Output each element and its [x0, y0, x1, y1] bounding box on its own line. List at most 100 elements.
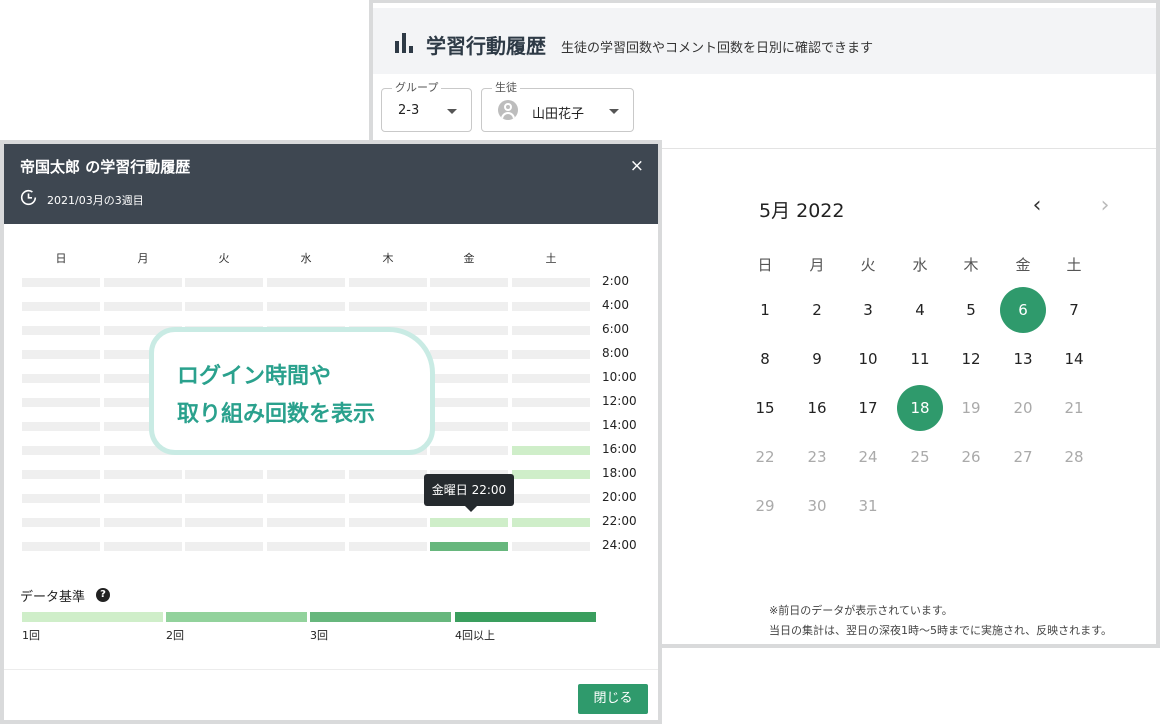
heatmap-cell[interactable] — [104, 278, 182, 287]
heatmap-cell[interactable] — [430, 398, 508, 407]
calendar-day[interactable]: 18 — [897, 385, 943, 431]
calendar-day[interactable]: 3 — [845, 287, 891, 333]
calendar-day[interactable]: 9 — [794, 336, 840, 382]
heatmap-cell[interactable] — [185, 470, 263, 479]
heatmap-cell[interactable] — [430, 278, 508, 287]
calendar-day[interactable]: 15 — [742, 385, 788, 431]
heatmap-cell[interactable] — [185, 494, 263, 503]
calendar-day[interactable]: 7 — [1051, 287, 1097, 333]
calendar-day[interactable]: 4 — [897, 287, 943, 333]
calendar-day[interactable]: 8 — [742, 336, 788, 382]
heatmap-cell[interactable] — [512, 422, 590, 431]
heatmap-cell[interactable] — [104, 494, 182, 503]
calendar-day[interactable]: 17 — [845, 385, 891, 431]
heatmap-cell[interactable] — [349, 542, 427, 551]
student-select[interactable]: 生徒 山田花子 — [481, 81, 634, 132]
heatmap-cell[interactable] — [512, 470, 590, 479]
calendar-day[interactable]: 11 — [897, 336, 943, 382]
heatmap-cell[interactable] — [512, 494, 590, 503]
calendar-day[interactable]: 25 — [897, 434, 943, 480]
calendar-day[interactable]: 23 — [794, 434, 840, 480]
heatmap-cell[interactable] — [104, 518, 182, 527]
calendar-day[interactable]: 5 — [948, 287, 994, 333]
calendar-weekday: 金 — [1015, 256, 1031, 274]
heatmap-cell[interactable] — [185, 542, 263, 551]
calendar-day[interactable]: 27 — [1000, 434, 1046, 480]
heatmap-cell[interactable] — [430, 302, 508, 311]
heatmap-cell[interactable] — [430, 422, 508, 431]
heatmap-cell[interactable] — [512, 278, 590, 287]
calendar-day[interactable]: 29 — [742, 483, 788, 529]
calendar-day[interactable]: 6 — [1000, 287, 1046, 333]
heatmap-cell[interactable] — [22, 518, 100, 527]
heatmap-cell[interactable] — [22, 326, 100, 335]
heatmap-cell[interactable] — [22, 398, 100, 407]
heatmap-cell[interactable] — [104, 542, 182, 551]
heatmap-cell[interactable] — [267, 278, 345, 287]
heatmap-cell[interactable] — [512, 350, 590, 359]
heatmap-cell[interactable] — [430, 542, 508, 551]
heatmap-cell[interactable] — [185, 302, 263, 311]
heatmap-cell[interactable] — [185, 518, 263, 527]
heatmap-cell[interactable] — [349, 494, 427, 503]
heatmap-cell[interactable] — [267, 302, 345, 311]
calendar-day[interactable]: 20 — [1000, 385, 1046, 431]
calendar-day[interactable]: 28 — [1051, 434, 1097, 480]
heatmap-cell[interactable] — [512, 542, 590, 551]
heatmap-cell[interactable] — [104, 470, 182, 479]
heatmap-cell[interactable] — [430, 518, 508, 527]
heatmap-cell[interactable] — [22, 422, 100, 431]
heatmap-cell[interactable] — [430, 350, 508, 359]
calendar-day[interactable]: 22 — [742, 434, 788, 480]
heatmap-time-label: 24:00 — [602, 538, 637, 552]
heatmap-cell[interactable] — [349, 302, 427, 311]
heatmap-cell[interactable] — [512, 302, 590, 311]
heatmap-cell[interactable] — [267, 542, 345, 551]
calendar-day[interactable]: 12 — [948, 336, 994, 382]
chevron-left-icon[interactable]: ‹ — [1025, 195, 1049, 219]
calendar-day[interactable]: 10 — [845, 336, 891, 382]
calendar-day[interactable]: 2 — [794, 287, 840, 333]
calendar-day[interactable]: 24 — [845, 434, 891, 480]
group-select-label: グループ — [392, 81, 442, 95]
calendar-day[interactable]: 30 — [794, 483, 840, 529]
heatmap-cell[interactable] — [430, 326, 508, 335]
heatmap-cell[interactable] — [349, 470, 427, 479]
chevron-right-icon[interactable]: › — [1093, 195, 1117, 219]
calendar-day[interactable]: 21 — [1051, 385, 1097, 431]
calendar-day[interactable]: 19 — [948, 385, 994, 431]
heatmap-cell[interactable] — [512, 446, 590, 455]
heatmap-cell[interactable] — [430, 446, 508, 455]
heatmap-cell[interactable] — [430, 374, 508, 383]
close-button[interactable]: 閉じる — [578, 684, 648, 714]
heatmap-cell[interactable] — [104, 302, 182, 311]
heatmap-cell[interactable] — [512, 398, 590, 407]
heatmap-cell[interactable] — [22, 278, 100, 287]
heatmap-cell[interactable] — [22, 446, 100, 455]
close-icon[interactable]: × — [630, 156, 644, 176]
heatmap-cell[interactable] — [22, 374, 100, 383]
heatmap-cell[interactable] — [267, 518, 345, 527]
calendar-day[interactable]: 14 — [1051, 336, 1097, 382]
heatmap-cell[interactable] — [512, 326, 590, 335]
heatmap-cell[interactable] — [267, 494, 345, 503]
heatmap-cell[interactable] — [22, 350, 100, 359]
heatmap-cell[interactable] — [22, 542, 100, 551]
help-circle-icon[interactable]: ? — [96, 588, 110, 602]
heatmap-cell[interactable] — [349, 518, 427, 527]
week-label: 2021/03月の3週目 — [47, 194, 144, 207]
heatmap-cell[interactable] — [512, 374, 590, 383]
heatmap-cell[interactable] — [185, 278, 263, 287]
calendar-day[interactable]: 16 — [794, 385, 840, 431]
calendar-day[interactable]: 13 — [1000, 336, 1046, 382]
calendar-day[interactable]: 26 — [948, 434, 994, 480]
heatmap-cell[interactable] — [22, 470, 100, 479]
calendar-day[interactable]: 1 — [742, 287, 788, 333]
heatmap-cell[interactable] — [267, 470, 345, 479]
group-select[interactable]: グループ 2-3 — [381, 81, 472, 132]
heatmap-cell[interactable] — [22, 494, 100, 503]
heatmap-cell[interactable] — [512, 518, 590, 527]
calendar-day[interactable]: 31 — [845, 483, 891, 529]
heatmap-cell[interactable] — [349, 278, 427, 287]
heatmap-cell[interactable] — [22, 302, 100, 311]
